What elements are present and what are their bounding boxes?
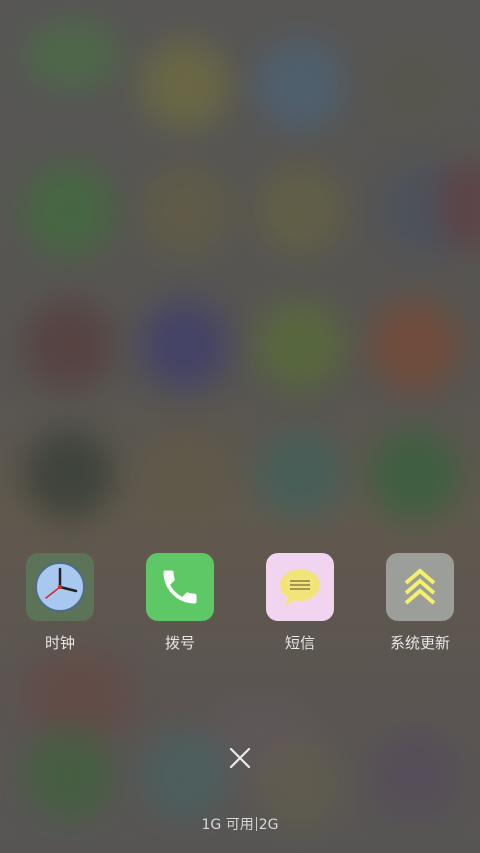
- clock-icon: [26, 553, 94, 621]
- phone-icon: [146, 553, 214, 621]
- close-icon: [229, 747, 251, 769]
- recent-apps-row: 时钟 拨号 短信 系统更新: [0, 553, 480, 663]
- app-label: 拨号: [164, 634, 195, 652]
- recent-app-phone[interactable]: 拨号: [120, 553, 240, 653]
- memory-status: 1G 可用 2G: [0, 815, 480, 835]
- message-icon: [266, 553, 334, 621]
- memory-total: 2G: [258, 817, 279, 833]
- recent-app-clock[interactable]: 时钟: [0, 553, 120, 653]
- app-label: 时钟: [44, 634, 75, 652]
- memory-available: 1G 可用: [201, 817, 254, 833]
- background-scrim: [0, 0, 480, 853]
- system-update-icon: [386, 553, 454, 621]
- app-label: 短信: [284, 634, 315, 652]
- memory-separator: [255, 817, 257, 831]
- recent-app-messages[interactable]: 短信: [240, 553, 360, 653]
- recent-app-system-update[interactable]: 系统更新: [360, 553, 480, 653]
- clear-all-button[interactable]: [224, 742, 256, 774]
- app-label: 系统更新: [389, 634, 450, 652]
